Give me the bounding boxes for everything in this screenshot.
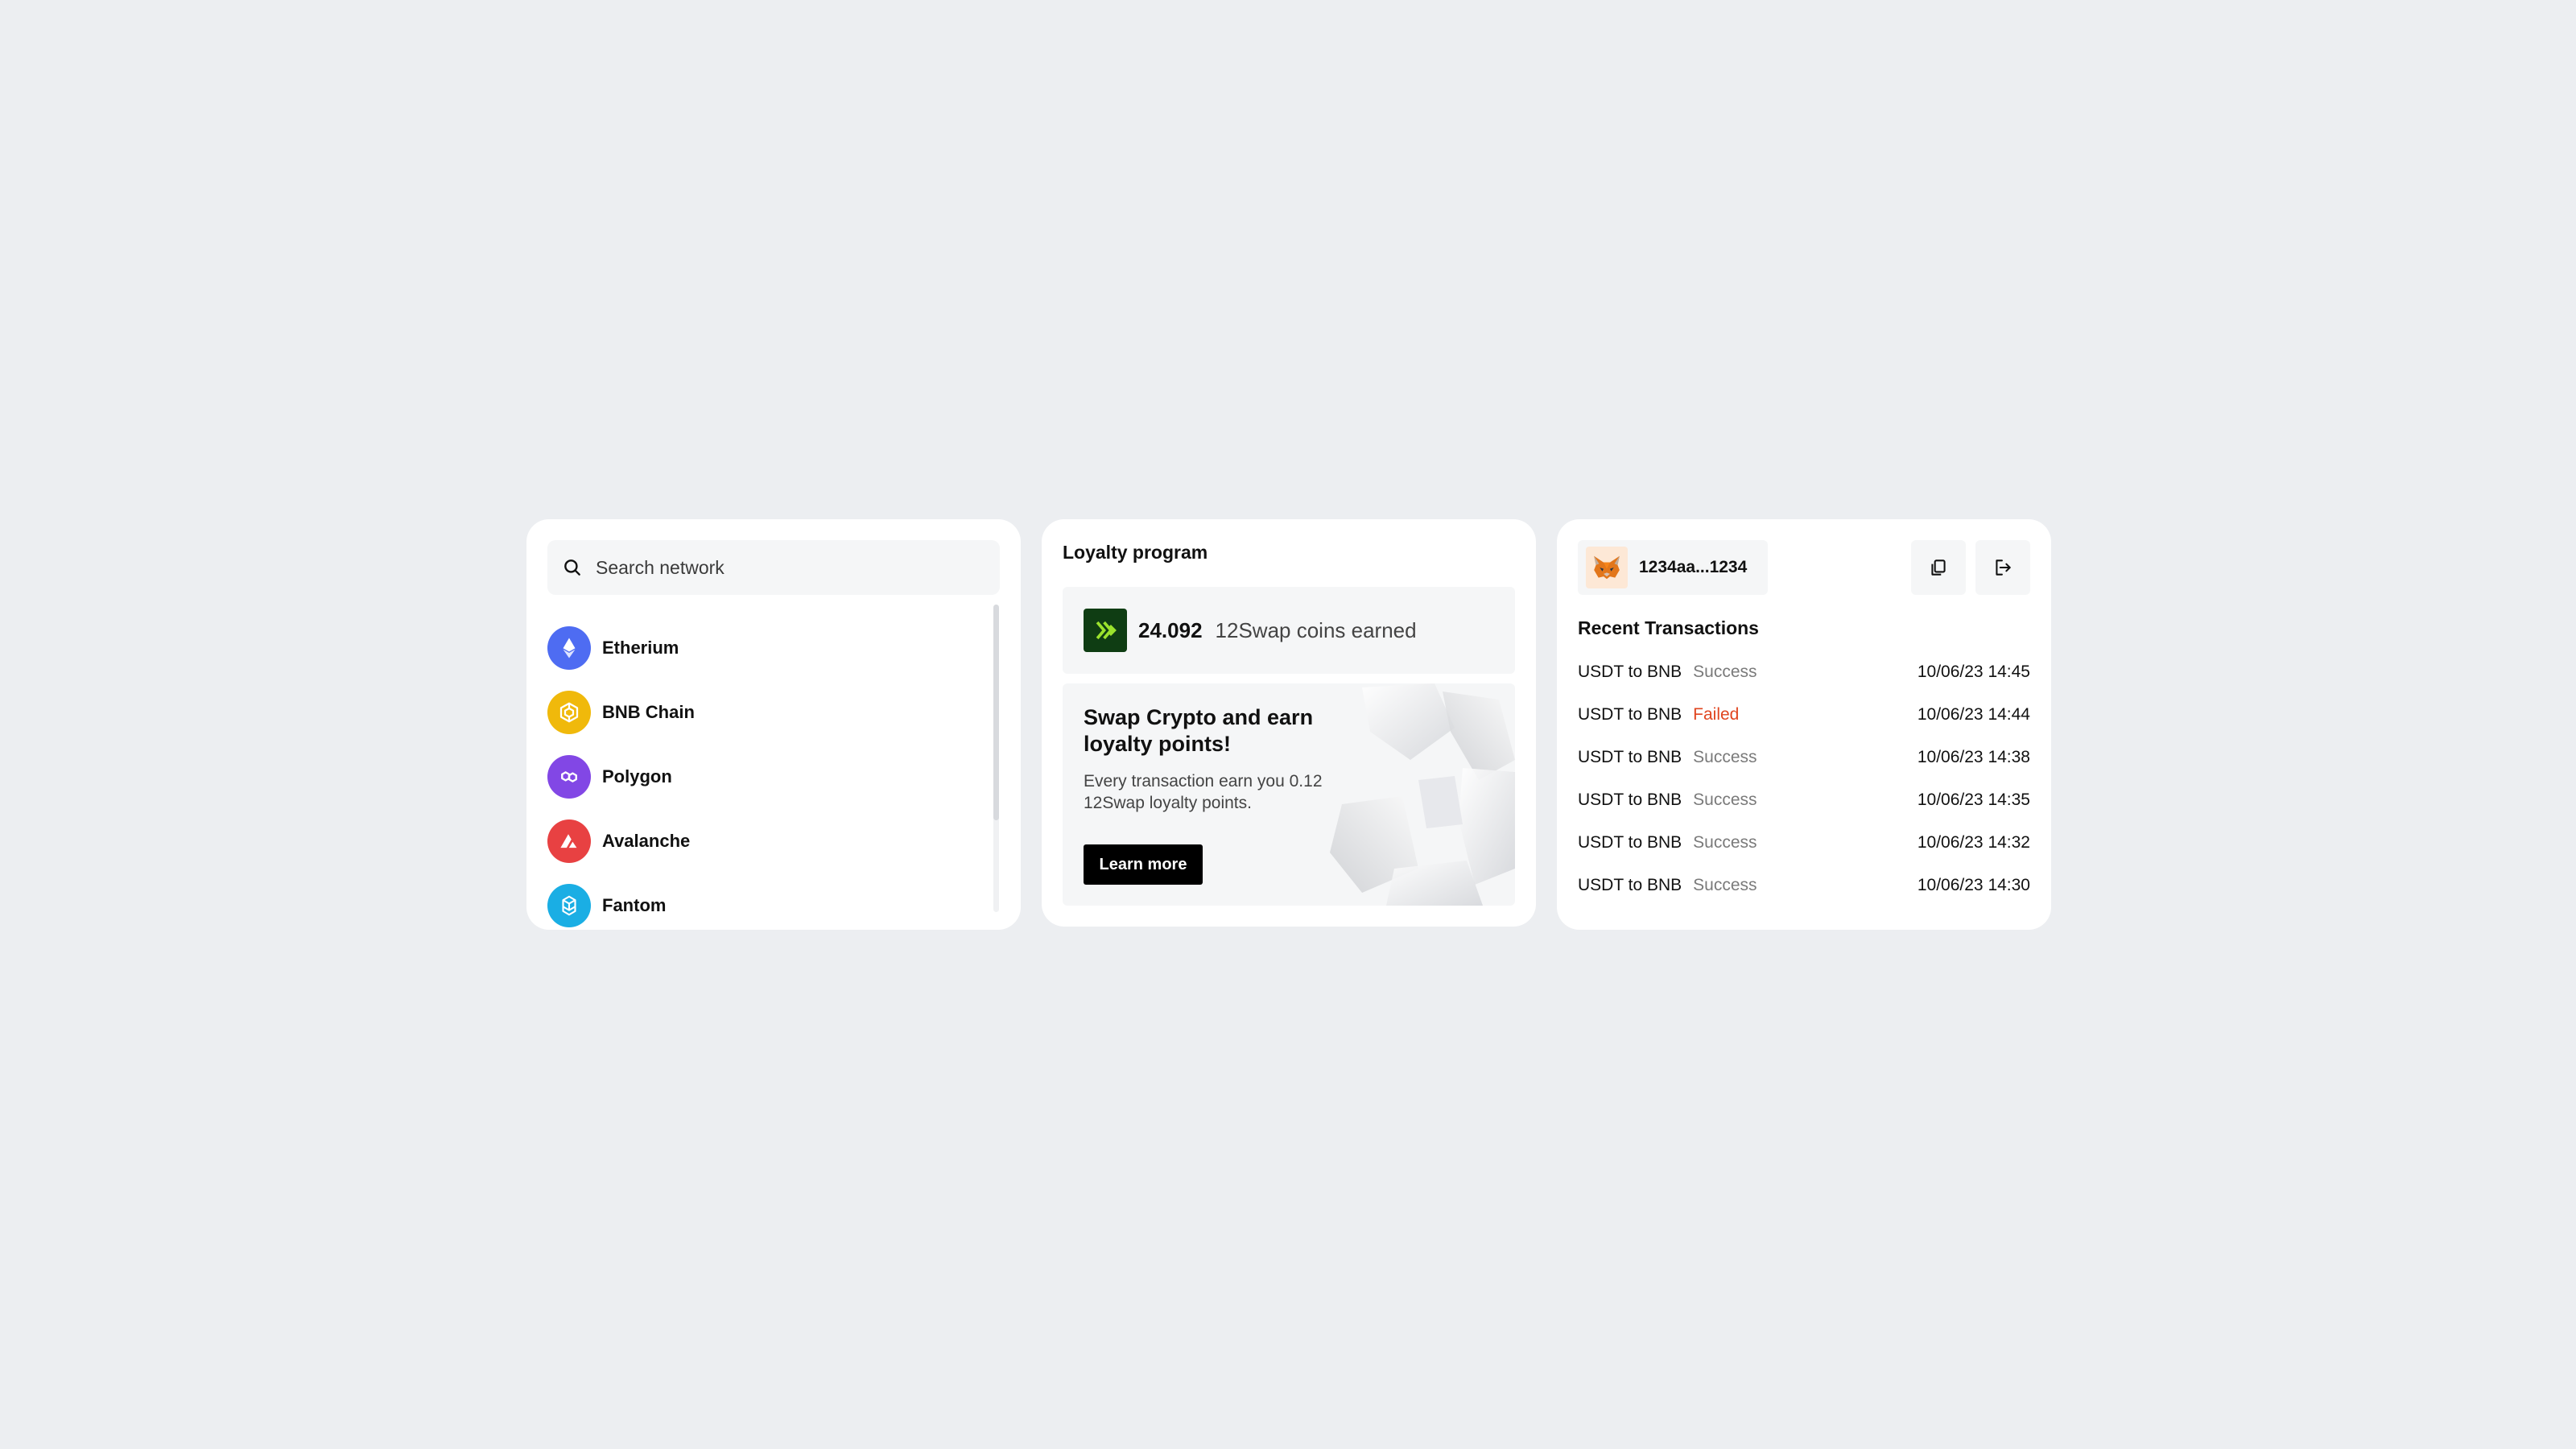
- coins-earned-box: 24.092 12Swap coins earned: [1063, 587, 1515, 674]
- transaction-pair: USDT to BNB: [1578, 662, 1682, 681]
- transaction-time: 10/06/23 14:45: [1917, 662, 2030, 681]
- promo-description: Every transaction earn you 0.12 12Swap l…: [1084, 772, 1323, 812]
- scrollbar-thumb[interactable]: [993, 605, 999, 820]
- network-item-bnb-chain[interactable]: BNB Chain: [547, 680, 982, 745]
- 12swap-logo-icon: [1084, 609, 1127, 652]
- network-item-label: Avalanche: [602, 831, 691, 851]
- transaction-row[interactable]: USDT to BNB Success 10/06/23 14:35: [1578, 778, 2030, 821]
- metamask-fox-icon: [1586, 547, 1628, 588]
- transaction-pair: USDT to BNB: [1578, 790, 1682, 809]
- network-item-polygon[interactable]: Polygon: [547, 745, 982, 809]
- search-network-field[interactable]: [547, 540, 1000, 595]
- transaction-status: Success: [1693, 747, 1757, 766]
- avalanche-icon: [547, 819, 591, 863]
- wallet-account-chip[interactable]: 1234aa...1234: [1578, 540, 1768, 595]
- network-list-scrollbar[interactable]: [993, 605, 999, 912]
- loyalty-title: Loyalty program: [1063, 542, 1208, 563]
- wallet-address: 1234aa...1234: [1639, 558, 1748, 576]
- transaction-pair: USDT to BNB: [1578, 704, 1682, 724]
- network-list: Etherium BNB Chain Polygon Avalanche Fan…: [547, 616, 982, 938]
- transaction-status: Success: [1693, 662, 1757, 681]
- fantom-icon: [547, 884, 591, 927]
- logout-button[interactable]: [1975, 540, 2030, 595]
- recent-transactions-title: Recent Transactions: [1578, 617, 1759, 638]
- polygon-icon: [547, 755, 591, 799]
- transaction-row[interactable]: USDT to BNB Success 10/06/23 14:30: [1578, 864, 2030, 906]
- transaction-status: Success: [1693, 832, 1757, 852]
- search-network-input[interactable]: [594, 555, 984, 580]
- network-item-label: BNB Chain: [602, 702, 695, 722]
- transaction-row[interactable]: USDT to BNB Success 10/06/23 14:32: [1578, 821, 2030, 864]
- transaction-time: 10/06/23 14:30: [1917, 875, 2030, 894]
- promo-title: Swap Crypto and earn loyalty points!: [1084, 705, 1314, 756]
- transactions-list: USDT to BNB Success 10/06/23 14:45 USDT …: [1578, 650, 2030, 906]
- transaction-status: Success: [1693, 790, 1757, 809]
- transaction-pair: USDT to BNB: [1578, 747, 1682, 766]
- transaction-time: 10/06/23 14:35: [1917, 790, 2030, 809]
- network-item-label: Etherium: [602, 638, 679, 658]
- learn-more-button[interactable]: Learn more: [1084, 844, 1203, 885]
- network-item-label: Polygon: [602, 766, 672, 786]
- logout-icon: [1996, 559, 2011, 576]
- transaction-time: 10/06/23 14:38: [1917, 747, 2030, 766]
- search-icon: [564, 559, 580, 576]
- network-item-fantom[interactable]: Fantom: [547, 873, 982, 938]
- promo-banner: Swap Crypto and earn loyalty points! Eve…: [1063, 683, 1515, 906]
- transaction-status: Success: [1693, 875, 1757, 894]
- transaction-pair: USDT to BNB: [1578, 832, 1682, 852]
- transaction-status: Failed: [1693, 704, 1740, 724]
- transaction-pair: USDT to BNB: [1578, 875, 1682, 894]
- network-item-avalanche[interactable]: Avalanche: [547, 809, 982, 873]
- loyalty-program-card: Loyalty program 24.092 12Swap coins earn…: [1042, 519, 1536, 927]
- coins-amount: 24.092: [1138, 617, 1203, 642]
- copy-address-button[interactable]: [1911, 540, 1966, 595]
- transaction-time: 10/06/23 14:44: [1917, 704, 2030, 724]
- network-item-ethereum[interactable]: Etherium: [547, 616, 982, 680]
- ethereum-icon: [547, 626, 591, 670]
- wallet-card: 1234aa...1234 Recent Transactions USDT t…: [1557, 519, 2051, 930]
- transaction-row[interactable]: USDT to BNB Success 10/06/23 14:45: [1578, 650, 2030, 693]
- network-item-label: Fantom: [602, 895, 667, 915]
- transaction-row[interactable]: USDT to BNB Success 10/06/23 14:38: [1578, 736, 2030, 778]
- bnb-icon: [547, 691, 591, 734]
- network-selector-card: Etherium BNB Chain Polygon Avalanche Fan…: [526, 519, 1021, 930]
- transaction-time: 10/06/23 14:32: [1917, 832, 2030, 852]
- coins-label: 12Swap coins earned: [1215, 617, 1417, 642]
- transaction-row[interactable]: USDT to BNB Failed 10/06/23 14:44: [1578, 693, 2030, 736]
- copy-icon: [1931, 559, 1946, 576]
